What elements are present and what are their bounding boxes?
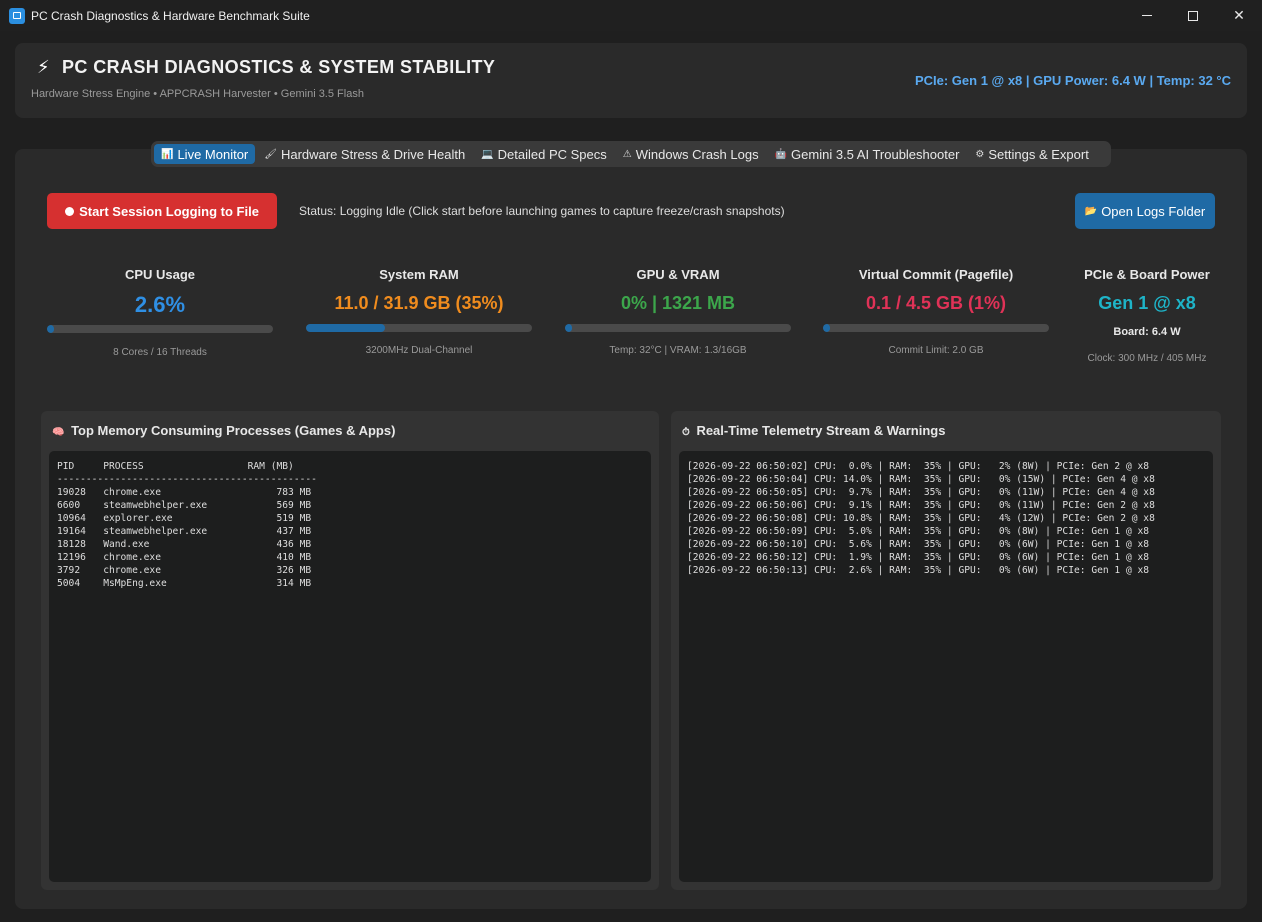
gpu-vram-metric: GPU & VRAM 0% | 1321 MB Temp: 32°C | VRA… xyxy=(563,267,793,356)
close-icon: ✕ xyxy=(1233,7,1245,23)
virtual-commit-bar-fill xyxy=(823,324,830,332)
virtual-commit-metric: Virtual Commit (Pagefile) 0.1 / 4.5 GB (… xyxy=(821,267,1051,356)
process-row: ----------------------------------------… xyxy=(57,474,317,485)
process-panel: 🧠 Top Memory Consuming Processes (Games … xyxy=(41,411,659,890)
system-ram-value: 11.0 / 31.9 GB (35%) xyxy=(334,293,504,313)
system-ram-metric: System RAM 11.0 / 31.9 GB (35%) 3200MHz … xyxy=(304,267,534,356)
app-header: ⚡ PC CRASH DIAGNOSTICS & SYSTEM STABILIT… xyxy=(15,43,1247,118)
process-panel-title: 🧠 Top Memory Consuming Processes (Games … xyxy=(52,423,395,438)
tab-label: Windows Crash Logs xyxy=(635,146,759,162)
start-logging-button[interactable]: Start Session Logging to File xyxy=(47,193,277,229)
gpu-vram-bar xyxy=(565,324,791,332)
pcie-board-power-metric: PCIe & Board Power Gen 1 @ x8 Board: 6.4… xyxy=(1077,267,1217,364)
system-ram-bar-fill xyxy=(306,324,386,332)
metric-note: 3200MHz Dual-Channel xyxy=(365,345,473,356)
tab-settings-export[interactable]: ⚙ Settings & Export xyxy=(968,144,1095,164)
process-panel-title-text: Top Memory Consuming Processes (Games & … xyxy=(71,423,396,438)
telemetry-row: [2026-09-22 06:50:08] CPU: 10.8% | RAM: … xyxy=(687,513,1155,524)
telemetry-row: [2026-09-22 06:50:06] CPU: 9.1% | RAM: 3… xyxy=(687,500,1155,511)
tab-live-monitor[interactable]: 📊 Live Monitor xyxy=(154,144,256,164)
telemetry-panel-title-text: Real-Time Telemetry Stream & Warnings xyxy=(696,423,946,438)
telemetry-row: [2026-09-22 06:50:12] CPU: 1.9% | RAM: 3… xyxy=(687,552,1150,563)
tab-label: Gemini 3.5 AI Troubleshooter xyxy=(791,146,960,162)
process-row: 19164 steamwebhelper.exe 437 MB xyxy=(57,526,312,537)
virtual-commit-bar xyxy=(823,324,1049,332)
metric-label: CPU Usage xyxy=(124,267,196,282)
open-logs-label: Open Logs Folder xyxy=(1101,203,1206,219)
maximize-icon xyxy=(1188,10,1198,21)
telemetry-stream-console[interactable]: [2026-09-22 06:50:02] CPU: 0.0% | RAM: 3… xyxy=(679,451,1213,882)
process-row: 10964 explorer.exe 519 MB xyxy=(57,513,312,524)
tab-pc-specs[interactable]: 💻 Detailed PC Specs xyxy=(474,144,614,164)
gpu-vram-bar-fill xyxy=(565,324,572,332)
window-title: PC Crash Diagnostics & Hardware Benchmar… xyxy=(31,8,310,23)
brain-icon: 🧠 xyxy=(52,427,65,438)
virtual-commit-value: 0.1 / 4.5 GB (1%) xyxy=(865,293,1007,313)
system-ram-bar xyxy=(306,324,532,332)
minimize-icon xyxy=(1142,15,1152,16)
gear-icon: ⚙ xyxy=(975,148,985,160)
open-logs-folder-button[interactable]: 📂 Open Logs Folder xyxy=(1075,193,1215,229)
telemetry-panel-title: ⏱ Real-Time Telemetry Stream & Warnings xyxy=(682,423,945,438)
tab-ai-troubleshooter[interactable]: 🤖 Gemini 3.5 AI Troubleshooter xyxy=(768,144,967,164)
metric-label: System RAM xyxy=(379,267,459,282)
telemetry-row: [2026-09-22 06:50:09] CPU: 5.0% | RAM: 3… xyxy=(687,526,1150,537)
telemetry-row: [2026-09-22 06:50:04] CPU: 14.0% | RAM: … xyxy=(687,474,1155,485)
telemetry-row: [2026-09-22 06:50:10] CPU: 5.6% | RAM: 3… xyxy=(687,539,1150,550)
tab-label: Live Monitor xyxy=(177,146,249,162)
page-title: PC CRASH DIAGNOSTICS & SYSTEM STABILITY xyxy=(62,57,496,77)
metric-note: Clock: 300 MHz / 405 MHz xyxy=(1087,353,1207,364)
app-window-icon xyxy=(9,7,25,24)
metric-label: GPU & VRAM xyxy=(636,267,720,282)
telemetry-row: [2026-09-22 06:50:13] CPU: 2.6% | RAM: 3… xyxy=(687,565,1150,576)
tab-crash-logs[interactable]: ⚠ Windows Crash Logs xyxy=(616,144,766,164)
maximize-button[interactable] xyxy=(1170,0,1216,31)
telemetry-panel: ⏱ Real-Time Telemetry Stream & Warnings … xyxy=(671,411,1221,890)
brush-icon: 🖌 xyxy=(264,148,277,160)
stopwatch-icon: ⏱ xyxy=(682,427,690,438)
gpu-vram-value: 0% | 1321 MB xyxy=(620,293,736,313)
metric-label: PCIe & Board Power xyxy=(1084,267,1210,282)
chart-icon: 📊 xyxy=(161,148,174,160)
tab-label: Hardware Stress & Drive Health xyxy=(280,146,466,162)
process-row: 3792 chrome.exe 326 MB xyxy=(57,565,312,576)
telemetry-row: [2026-09-22 06:50:02] CPU: 0.0% | RAM: 3… xyxy=(687,461,1150,472)
lightning-bolt-icon: ⚡ xyxy=(37,57,50,77)
folder-icon: 📂 xyxy=(1084,205,1098,217)
warning-icon: ⚠ xyxy=(622,148,632,160)
process-row: 5004 MsMpEng.exe 314 MB xyxy=(57,578,312,589)
process-row: 19028 chrome.exe 783 MB xyxy=(57,487,312,498)
metric-note: Temp: 32°C | VRAM: 1.3/16GB xyxy=(609,345,747,356)
window-titlebar[interactable]: PC Crash Diagnostics & Hardware Benchmar… xyxy=(0,0,1262,31)
metric-note: 8 Cores / 16 Threads xyxy=(113,347,207,358)
robot-icon: 🤖 xyxy=(774,148,788,160)
tab-hardware-stress[interactable]: 🖌 Hardware Stress & Drive Health xyxy=(257,144,472,164)
minimize-button[interactable] xyxy=(1124,0,1170,31)
tab-bar: 📊 Live Monitor 🖌 Hardware Stress & Drive… xyxy=(151,141,1111,167)
record-dot-icon xyxy=(65,206,75,216)
close-button[interactable]: ✕ xyxy=(1216,0,1262,31)
cpu-usage-metric: CPU Usage 2.6% 8 Cores / 16 Threads xyxy=(45,267,275,358)
process-row: 6600 steamwebhelper.exe 569 MB xyxy=(57,500,312,511)
process-list-console[interactable]: PID PROCESS RAM (MB) --------------------… xyxy=(49,451,651,882)
computer-icon: 💻 xyxy=(481,148,494,160)
cpu-usage-bar xyxy=(47,325,273,333)
cpu-usage-bar-fill xyxy=(47,325,54,333)
hardware-status-summary: PCIe: Gen 1 @ x8 | GPU Power: 6.4 W | Te… xyxy=(914,73,1231,88)
pcie-link-value: Gen 1 @ x8 xyxy=(1098,293,1196,313)
process-row: 18128 Wand.exe 436 MB xyxy=(57,539,312,550)
metric-label: Virtual Commit (Pagefile) xyxy=(858,267,1014,282)
start-logging-label: Start Session Logging to File xyxy=(79,203,259,219)
cpu-usage-value: 2.6% xyxy=(134,292,186,317)
main-panel: 📊 Live Monitor 🖌 Hardware Stress & Drive… xyxy=(15,141,1247,909)
telemetry-row: [2026-09-22 06:50:05] CPU: 9.7% | RAM: 3… xyxy=(687,487,1155,498)
tab-label: Detailed PC Specs xyxy=(497,146,607,162)
process-row: 12196 chrome.exe 410 MB xyxy=(57,552,312,563)
process-row: PID PROCESS RAM (MB) xyxy=(57,461,294,472)
metric-note: Commit Limit: 2.0 GB xyxy=(888,345,984,356)
logging-status: Status: Logging Idle (Click start before… xyxy=(299,204,785,218)
page-subtitle: Hardware Stress Engine • APPCRASH Harves… xyxy=(31,88,364,100)
board-power-value: Board: 6.4 W xyxy=(1113,326,1181,338)
tab-label: Settings & Export xyxy=(988,146,1089,162)
